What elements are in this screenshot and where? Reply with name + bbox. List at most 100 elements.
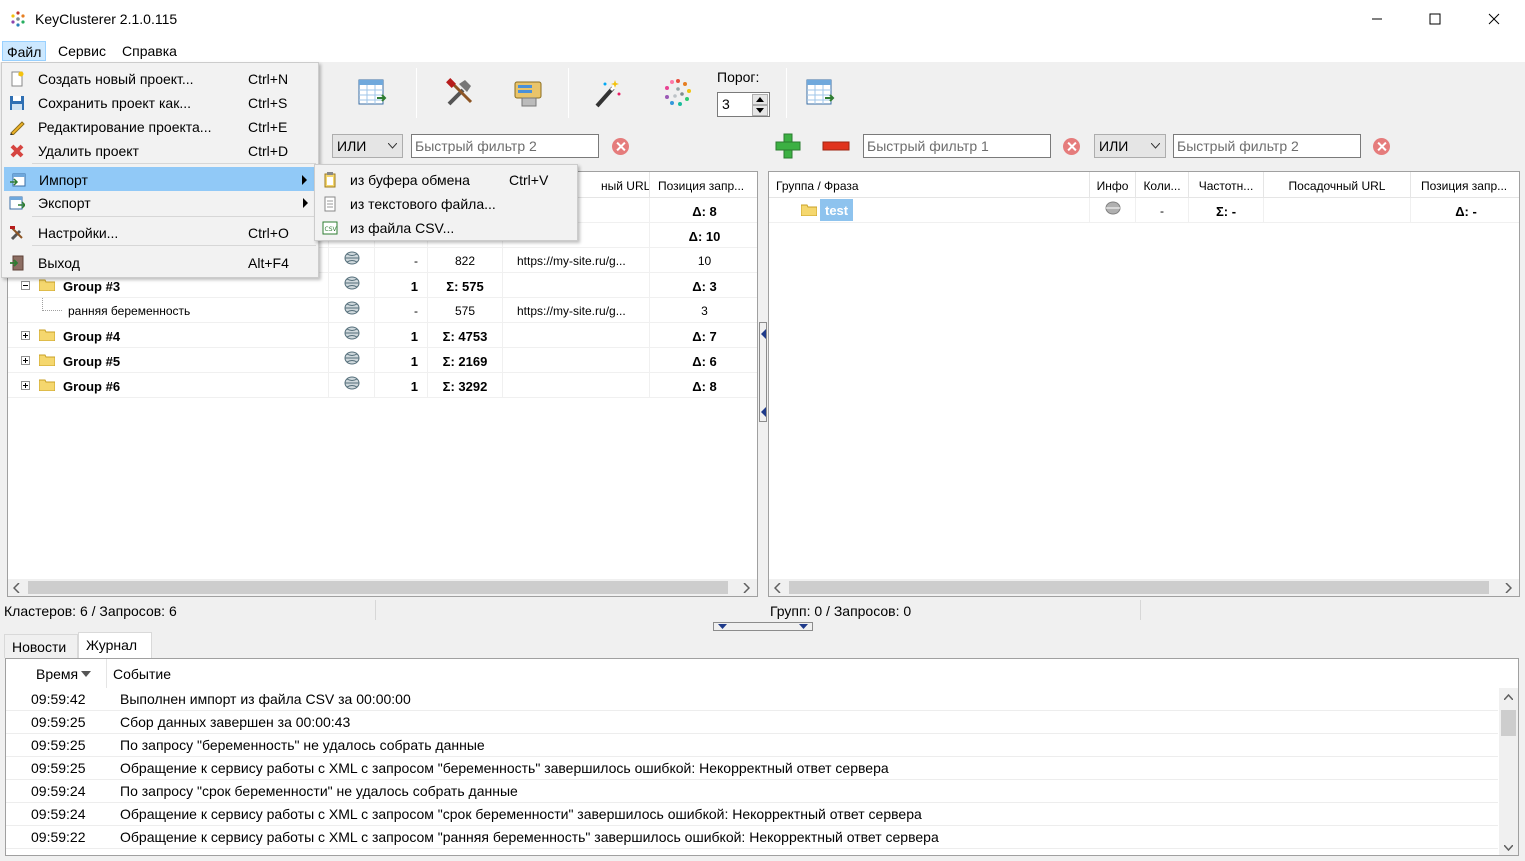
table-row[interactable]: ранняя беременность -575 https://my-site.r… [8,298,757,323]
globe-info-icon[interactable] [344,301,360,315]
groups-grid[interactable]: Группа / Фраза Инфо Коли... Частотн... П… [768,171,1520,597]
horizontal-scrollbar[interactable] [769,579,1519,596]
log-row[interactable]: 09:59:25 Обращение к сервису работы с XML… [6,757,1498,780]
left-quick-filter-2[interactable]: Быстрый фильтр 2 [411,134,599,158]
header-landing-url[interactable]: Посадочный URL [1264,172,1411,198]
minimize-button[interactable] [1349,0,1407,40]
group-name[interactable]: Group #3 [63,279,120,294]
scroll-right-icon[interactable] [743,583,750,593]
close-window-button[interactable] [1466,0,1524,40]
log-row[interactable]: 09:59:24 Обращение к сервису работы с XML… [6,803,1498,826]
clear-filter-icon[interactable] [612,138,629,155]
url-cell[interactable] [503,348,650,373]
cluster-icon[interactable] [661,76,695,110]
scroll-thumb[interactable] [1501,710,1516,736]
log-row[interactable]: 09:59:24 По запросу "срок беременности" н… [6,780,1498,803]
right-operator-select[interactable]: ИЛИ [1094,134,1166,158]
import-menu-item[interactable]: из буфера обмена Ctrl+V [317,168,575,192]
globe-info-icon[interactable] [1105,201,1121,215]
menu-service[interactable]: Сервис [54,41,110,61]
left-operator-select[interactable]: ИЛИ [332,134,403,158]
add-group-icon[interactable] [774,133,802,159]
table-row[interactable]: Group #6 1 Σ: 3292 Δ: 8 [8,373,757,398]
maximize-button[interactable] [1407,0,1465,40]
group-name[interactable]: Group #4 [63,329,120,344]
horizontal-splitter[interactable] [713,622,813,631]
menu-item-shortcut: Ctrl+V [509,172,549,188]
threshold-stepper[interactable]: 3 [717,92,770,117]
file-menu-item[interactable]: Экспорт [4,191,316,215]
header-info[interactable]: Инфо [1090,172,1136,198]
header-time[interactable]: Время [36,666,78,682]
globe-info-icon[interactable] [344,276,360,290]
globe-info-icon[interactable] [344,251,360,265]
header-event[interactable]: Событие [113,666,171,682]
table-row[interactable]: Group #4 1 Σ: 4753 Δ: 7 [8,323,757,348]
log-row[interactable]: 09:59:22 Обращение к сервису работы с XML… [6,826,1498,849]
clear-filter-icon[interactable] [1063,138,1080,155]
header-count[interactable]: Коли... [1136,172,1189,198]
url-cell[interactable]: https://my-site.ru/g... [503,248,650,273]
clear-filter-icon[interactable] [1373,138,1390,155]
header-position[interactable]: Позиция запр... [650,172,757,198]
table-export-right-icon[interactable] [803,76,837,110]
tab-log[interactable]: Журнал [78,632,152,659]
log-row[interactable]: 09:59:25 Сбор данных завершен за 00:00:43 [6,711,1498,734]
globe-info-icon[interactable] [344,351,360,365]
group-name[interactable]: Group #6 [63,379,120,394]
url-cell[interactable]: https://my-site.ru/g... [503,298,650,323]
log-row[interactable]: 09:59:42 Выполнен импорт из файла CSV за … [6,688,1498,711]
collapse-icon[interactable] [21,281,30,290]
scroll-left-icon[interactable] [13,583,20,593]
expand-icon[interactable] [21,331,30,340]
expand-icon[interactable] [21,356,30,365]
table-export-icon[interactable] [355,76,389,110]
url-cell[interactable] [503,273,650,298]
magic-wand-icon[interactable] [591,76,625,110]
right-quick-filter-1[interactable]: Быстрый фильтр 1 [863,134,1051,158]
server-data-icon[interactable] [512,76,546,110]
vertical-splitter[interactable] [759,322,767,422]
globe-info-icon[interactable] [344,376,360,390]
tools-icon[interactable] [443,76,477,110]
remove-group-icon[interactable] [822,140,850,152]
tab-news[interactable]: Новости [4,634,78,658]
file-menu-item[interactable]: Редактирование проекта... Ctrl+E [4,115,316,139]
group-name[interactable]: Group #5 [63,354,120,369]
expand-icon[interactable] [21,381,30,390]
scroll-thumb[interactable] [789,581,1489,594]
file-menu-item[interactable]: Настройки... Ctrl+O [4,221,316,245]
url-cell[interactable] [503,373,650,398]
menu-file[interactable]: Файл [2,41,47,61]
scroll-down-icon[interactable] [1504,845,1513,851]
scroll-thumb[interactable] [28,581,728,594]
stepper-down-button[interactable] [752,105,768,116]
menu-separator [32,163,316,164]
file-menu-item[interactable]: Импорт [4,167,316,191]
file-menu-item[interactable]: Сохранить проект как... Ctrl+S [4,91,316,115]
horizontal-scrollbar[interactable] [8,579,757,596]
header-position[interactable]: Позиция запр... [1411,172,1519,198]
phrase-name[interactable]: ранняя беременность [68,304,190,318]
log-row[interactable]: 09:59:25 По запросу "беременность" не уда… [6,734,1498,757]
scroll-up-icon[interactable] [1504,694,1513,700]
scroll-right-icon[interactable] [1505,583,1512,593]
url-cell[interactable] [503,323,650,348]
header-frequency[interactable]: Частотн... [1189,172,1264,198]
import-menu-item[interactable]: из текстового файла... [317,192,575,216]
right-quick-filter-2[interactable]: Быстрый фильтр 2 [1173,134,1361,158]
stepper-up-button[interactable] [752,94,768,105]
table-row[interactable]: test - Σ: - Δ: - [769,198,1519,223]
table-row[interactable]: Group #5 1 Σ: 2169 Δ: 6 [8,348,757,373]
header-group[interactable]: Группа / Фраза [769,172,1090,198]
file-menu-item[interactable]: Выход Alt+F4 [4,251,316,275]
scroll-left-icon[interactable] [774,583,781,593]
menu-help[interactable]: Справка [118,41,181,61]
import-menu-item[interactable]: CSV из файла CSV... [317,216,575,240]
file-menu-item[interactable]: Удалить проект Ctrl+D [4,139,316,163]
globe-info-icon[interactable] [344,326,360,340]
log-list[interactable]: Время Событие 09:59:42 Выполнен импорт из… [5,658,1519,856]
vertical-scrollbar[interactable] [1499,688,1518,855]
group-name-selected[interactable]: test [820,199,854,221]
file-menu-item[interactable]: Создать новый проект... Ctrl+N [4,67,316,91]
